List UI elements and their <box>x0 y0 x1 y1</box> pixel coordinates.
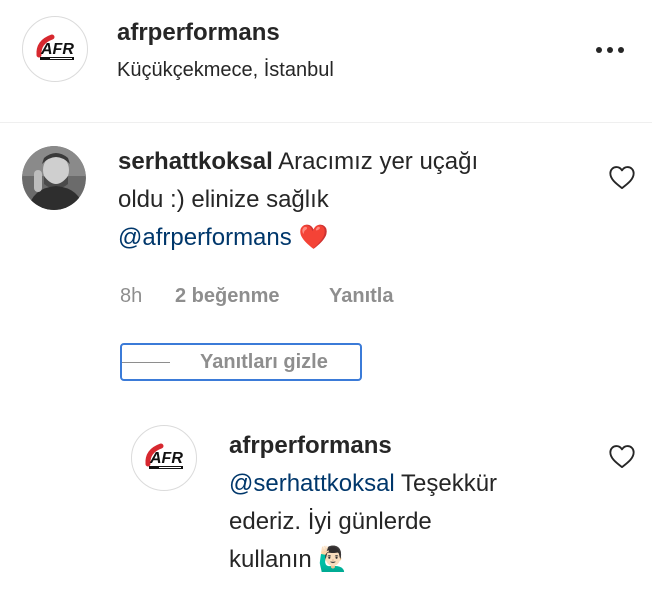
afr-logo-icon: AFR <box>136 430 192 486</box>
post-author-avatar[interactable]: AFR <box>22 16 88 82</box>
heart-icon <box>609 445 635 469</box>
reply-button[interactable]: Yanıtla <box>329 285 393 308</box>
commenter-avatar[interactable] <box>22 146 86 210</box>
user-photo-icon <box>22 146 86 210</box>
hide-replies-button[interactable]: Yanıtları gizle <box>120 343 362 381</box>
reply-body: afrperformans @serhattkoksal Teşekkür ed… <box>229 427 599 579</box>
comment-mention[interactable]: @afrperformans <box>118 224 292 251</box>
more-options-button[interactable] <box>590 38 630 62</box>
heart-icon <box>609 166 635 190</box>
reply-mention[interactable]: @serhattkoksal <box>229 470 395 497</box>
reply-like-button[interactable] <box>608 443 636 469</box>
header-divider <box>0 122 652 123</box>
commenter-username[interactable]: serhattkoksal <box>118 148 273 175</box>
comment-time[interactable]: 8h <box>120 285 142 308</box>
post-location[interactable]: Küçükçekmece, İstanbul <box>117 59 334 82</box>
reply-username[interactable]: afrperformans <box>229 427 599 465</box>
reply-author-avatar[interactable]: AFR <box>131 425 197 491</box>
reply-text-line2: ederiz. İyi günlerde <box>229 508 432 535</box>
afr-logo-icon: AFR <box>27 21 83 77</box>
comment-text-line1: Aracımız yer uçağı <box>272 148 479 175</box>
comment-likes-count[interactable]: 2 beğenme <box>175 285 279 308</box>
comment-text-line2: oldu :) elinize sağlık <box>118 186 329 213</box>
raising-hand-emoji: 🙋🏻‍♂️ <box>318 546 349 573</box>
reply-text-line1: Teşekkür <box>394 470 498 497</box>
reply-text-line3: kullanın <box>229 546 319 573</box>
comment-body: serhattkoksal Aracımız yer uçağı oldu :)… <box>118 143 588 257</box>
comment-like-button[interactable] <box>608 164 636 190</box>
hide-replies-label: Yanıtları gizle <box>200 350 328 373</box>
more-horizontal-icon <box>596 47 624 53</box>
svg-text:AFR: AFR <box>149 450 183 467</box>
post-author-username[interactable]: afrperformans <box>117 19 280 47</box>
heart-emoji: ❤️ <box>298 224 329 251</box>
svg-text:AFR: AFR <box>40 41 74 58</box>
hide-replies-line <box>122 361 170 363</box>
